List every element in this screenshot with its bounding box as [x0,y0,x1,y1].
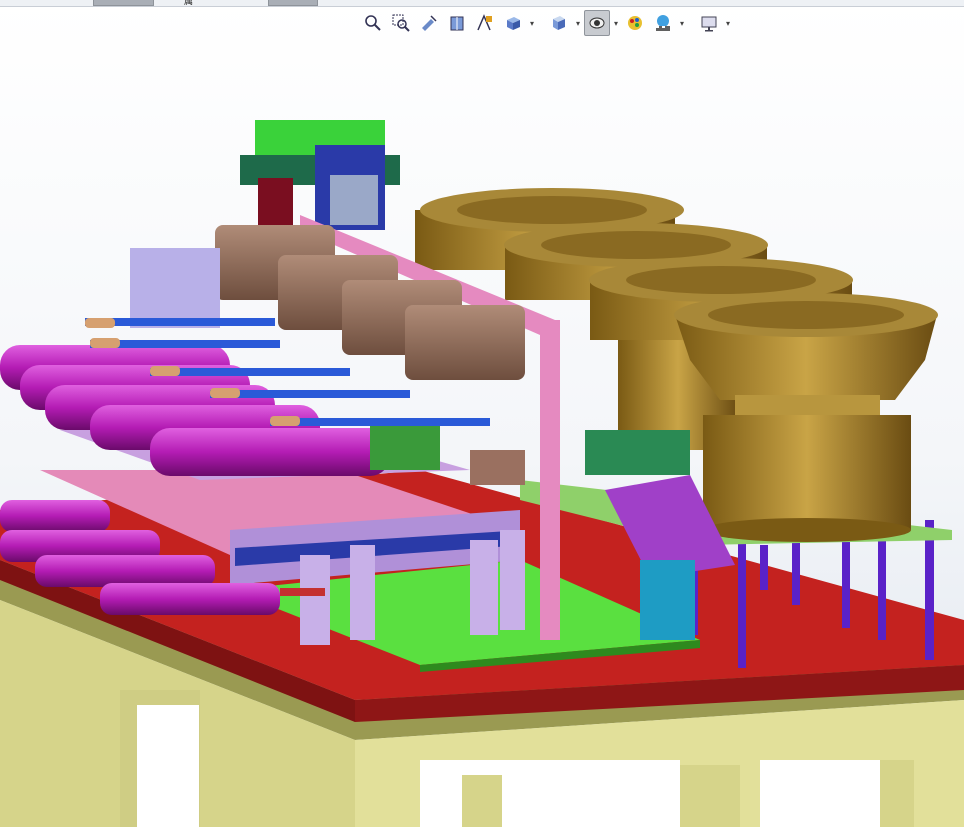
apply-scene-icon[interactable] [650,10,676,36]
zoom-to-area-icon[interactable] [388,10,414,36]
section-view-icon[interactable] [444,10,470,36]
monitor-icon[interactable] [696,10,722,36]
previous-view-icon[interactable] [416,10,442,36]
hide-show-icon[interactable] [584,10,610,36]
chevron-down-icon[interactable]: ▾ [528,11,536,35]
edit-appearance-icon[interactable] [622,10,648,36]
chevron-down-icon[interactable]: ▾ [724,11,732,35]
graphics-area[interactable] [0,0,964,827]
dynamic-annotation-icon[interactable] [472,10,498,36]
chevron-down-icon[interactable]: ▾ [612,11,620,35]
gripper-assembly [240,120,400,233]
chevron-down-icon[interactable]: ▾ [678,11,686,35]
view-orientation-icon[interactable] [500,10,526,36]
zoom-to-fit-icon[interactable] [360,10,386,36]
heads-up-view-toolbar: ▾ ▾ ▾ ▾ ▾ [360,9,732,37]
display-style-icon[interactable] [546,10,572,36]
small-box [470,450,525,485]
feed-rail [585,430,690,475]
chevron-down-icon[interactable]: ▾ [574,11,582,35]
